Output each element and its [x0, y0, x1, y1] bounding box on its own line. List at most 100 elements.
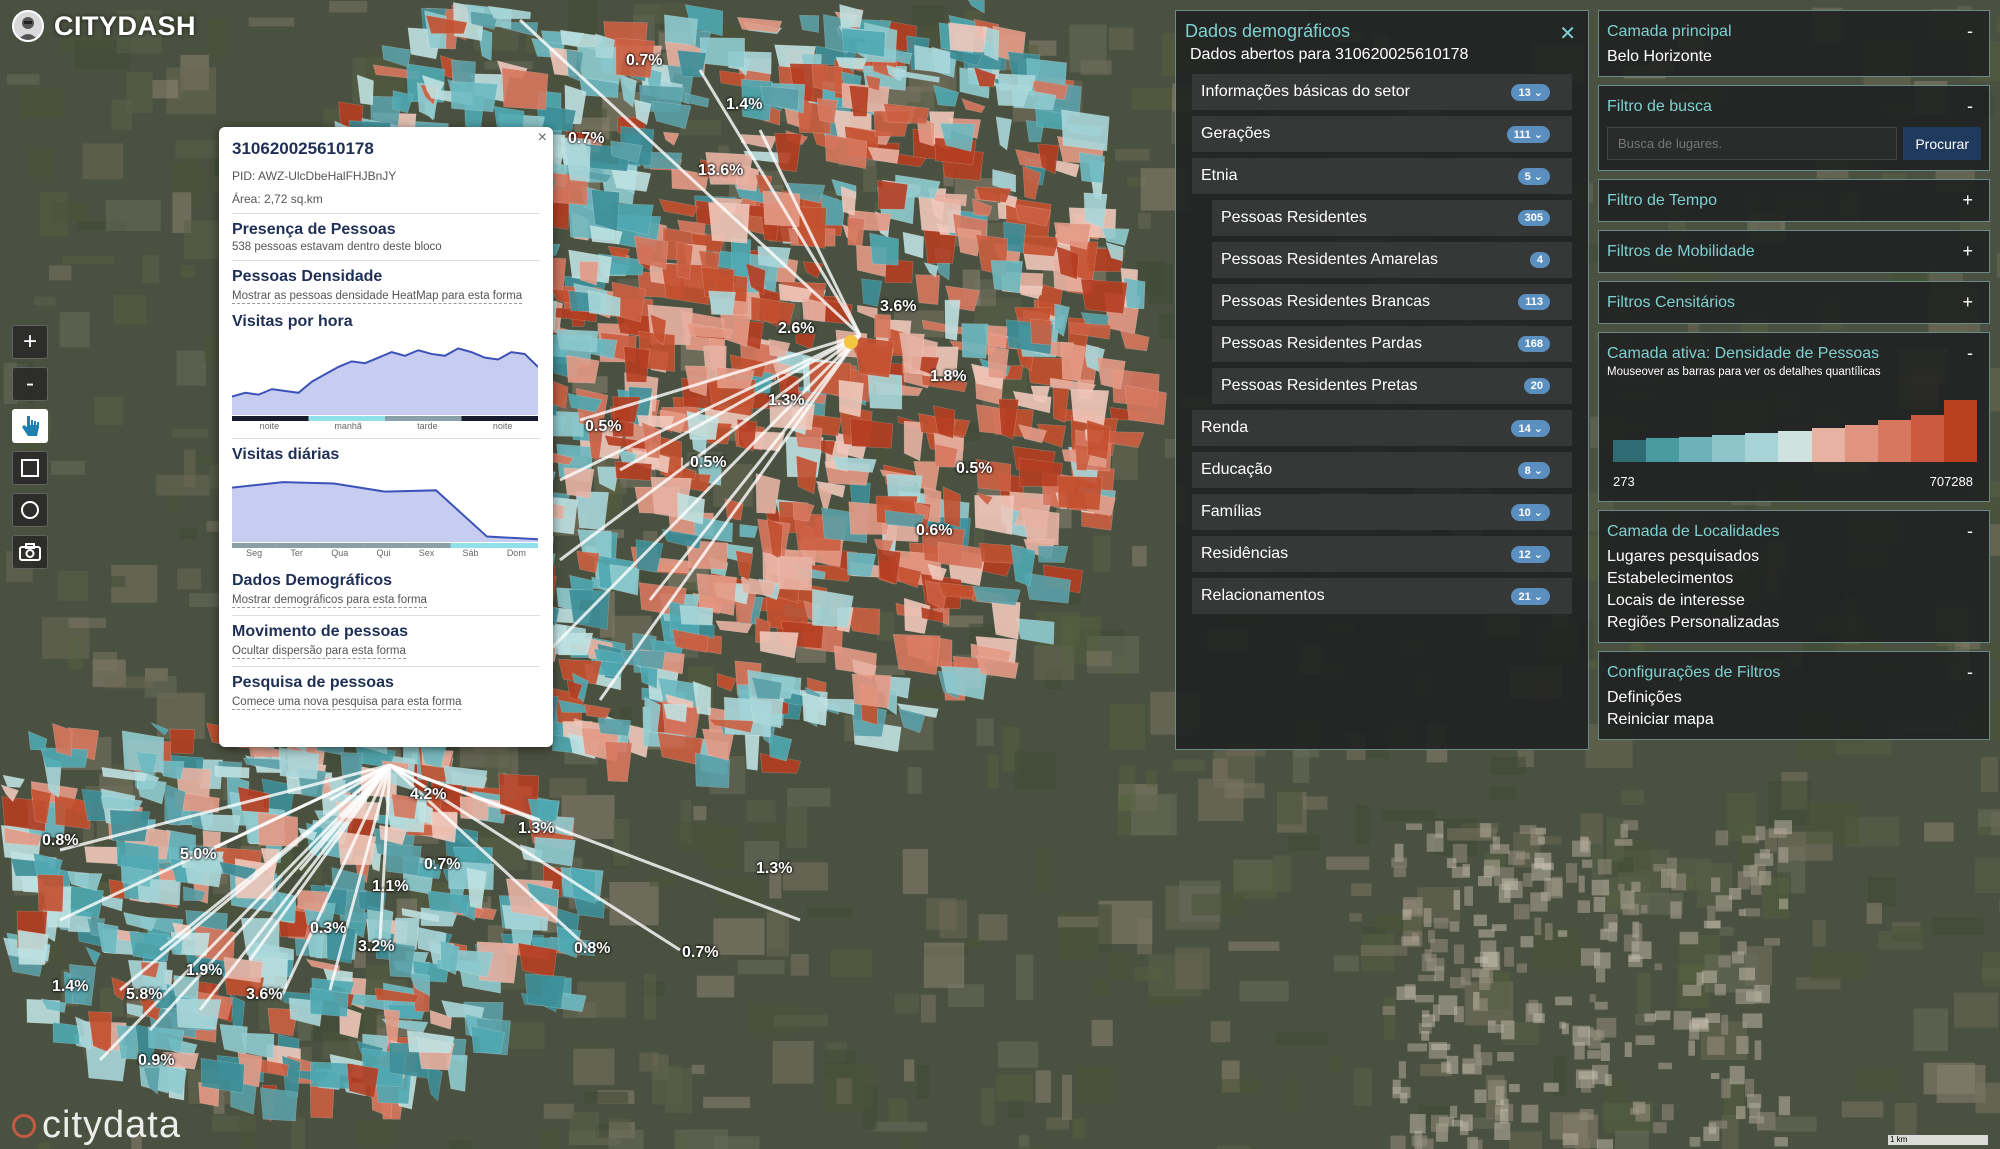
census-tract [948, 22, 988, 53]
census-filter-card[interactable]: Filtros Censitários + [1598, 281, 1990, 324]
demographics-row[interactable]: Gerações 111 ⌄ [1192, 116, 1572, 152]
time-filter-card[interactable]: Filtro de Tempo + [1598, 179, 1990, 222]
urban-patch [1500, 1109, 1509, 1124]
close-icon[interactable]: ✕ [1559, 21, 1576, 46]
screenshot-button[interactable] [12, 535, 48, 569]
legend-bar[interactable] [1712, 434, 1746, 462]
active-layer-toggle[interactable]: - [1967, 343, 1973, 364]
popup-close-icon[interactable]: × [538, 129, 547, 147]
demographics-link[interactable]: Mostrar demográficos para esta forma [232, 594, 427, 608]
settings-link[interactable]: Definições [1607, 689, 1981, 707]
reset-map-link[interactable]: Reiniciar mapa [1607, 711, 1981, 729]
urban-patch [1402, 909, 1412, 920]
demographics-row[interactable]: Pessoas Residentes Amarelas 4 [1212, 242, 1572, 278]
app-logo[interactable]: CITYDASH [12, 10, 196, 42]
demographics-row[interactable]: Etnia 5 ⌄ [1192, 158, 1572, 194]
time-filter-toggle[interactable]: + [1962, 190, 1973, 211]
urban-patch [1418, 974, 1436, 982]
demographics-row[interactable]: Famílias 10 ⌄ [1192, 494, 1572, 530]
legend-bar[interactable] [1778, 431, 1812, 462]
presence-section[interactable]: Presença de Pessoas 538 pessoas estavam … [232, 213, 540, 253]
terrain-patch [899, 1137, 917, 1149]
count-badge: 21 ⌄ [1511, 587, 1550, 605]
urban-patch [1483, 859, 1500, 876]
search-button[interactable]: Procurar [1903, 127, 1981, 160]
movement-link[interactable]: Ocultar dispersão para esta forma [232, 645, 406, 659]
census-tract [273, 890, 297, 923]
demographics-row[interactable]: Informações básicas do setor 13 ⌄ [1192, 74, 1572, 110]
hourly-visits-chart[interactable] [232, 335, 538, 421]
density-section[interactable]: Pessoas Densidade Mostrar as pessoas den… [232, 260, 540, 304]
terrain-patch [68, 617, 106, 628]
app-title: CITYDASH [54, 10, 197, 41]
legend-bar[interactable] [1943, 400, 1978, 462]
density-legend-bars[interactable] [1613, 400, 1978, 462]
demographics-row[interactable]: Pessoas Residentes Pretas 20 [1212, 368, 1572, 404]
legend-bar[interactable] [1877, 419, 1911, 462]
pan-tool-button[interactable] [12, 409, 48, 443]
presence-desc: 538 pessoas estavam dentro deste bloco [232, 241, 442, 253]
places-item-custom-regions[interactable]: Regiões Personalizadas [1607, 614, 1981, 632]
terrain-patch [1014, 751, 1056, 789]
demographics-row[interactable]: Educação 8 ⌄ [1192, 452, 1572, 488]
legend-bar[interactable] [1811, 427, 1845, 462]
places-item-poi[interactable]: Locais de interesse [1607, 592, 1981, 610]
axis-label: noite [259, 421, 280, 431]
right-sidebar: Camada principal - Belo Horizonte Filtro… [1598, 10, 1990, 748]
legend-bar[interactable] [1646, 438, 1680, 462]
legend-bar[interactable] [1745, 432, 1779, 462]
zoom-in-button[interactable]: + [12, 325, 48, 359]
places-layer-toggle[interactable]: - [1967, 521, 1973, 542]
main-layer-value[interactable]: Belo Horizonte [1607, 48, 1981, 66]
legend-bar[interactable] [1679, 436, 1713, 462]
search-input[interactable] [1607, 127, 1898, 160]
census-tract [867, 371, 903, 410]
flow-percent-label: 1.4% [726, 96, 763, 113]
user-avatar[interactable] [12, 10, 44, 42]
urban-patch [1446, 1055, 1459, 1075]
demographics-row[interactable]: Pessoas Residentes Brancas 113 [1212, 284, 1572, 320]
draw-circle-button[interactable] [12, 493, 48, 527]
demographics-row[interactable]: Pessoas Residentes Pardas 168 [1212, 326, 1572, 362]
terrain-patch [1990, 368, 2000, 412]
urban-patch [1739, 967, 1756, 981]
mobility-filter-card[interactable]: Filtros de Mobilidade + [1598, 230, 1990, 273]
demographics-section[interactable]: Dados Demográficos Mostrar demográficos … [232, 565, 540, 608]
terrain-patch [916, 1065, 930, 1099]
mobility-filter-toggle[interactable]: + [1962, 241, 1973, 262]
people-search-section[interactable]: Pesquisa de pessoas Comece uma nova pesq… [232, 666, 540, 710]
places-item-establishments[interactable]: Estabelecimentos [1607, 570, 1981, 588]
flow-percent-label: 4.2% [410, 786, 447, 803]
legend-bar[interactable] [1844, 424, 1878, 462]
terrain-patch [291, 1117, 306, 1149]
daily-visits-chart[interactable] [232, 468, 538, 548]
zoom-out-button[interactable]: - [12, 367, 48, 401]
search-filter-title: Filtro de busca [1607, 97, 1712, 115]
urban-patch [1462, 1063, 1475, 1074]
flow-percent-label: 5.8% [126, 986, 163, 1003]
terrain-patch [613, 818, 630, 867]
census-filter-toggle[interactable]: + [1962, 292, 1973, 313]
legend-bar[interactable] [1910, 414, 1944, 462]
urban-patch [1618, 883, 1625, 891]
legend-bar[interactable] [1613, 440, 1647, 462]
block-info-popup: × 310620025610178 PID: AWZ-UlcDbeHalFHJB… [219, 127, 553, 747]
demographics-row[interactable]: Pessoas Residentes 305 [1212, 200, 1572, 236]
filter-config-toggle[interactable]: - [1967, 662, 1973, 683]
urban-patch [1701, 970, 1717, 984]
flow-percent-label: 0.5% [690, 454, 727, 471]
terrain-patch [923, 942, 965, 988]
demographics-row[interactable]: Residências 12 ⌄ [1192, 536, 1572, 572]
demographics-row[interactable]: Renda 14 ⌄ [1192, 410, 1572, 446]
people-search-link[interactable]: Comece uma nova pesquisa para esta forma [232, 696, 462, 710]
block-area: Área: 2,72 sq.km [232, 192, 323, 206]
main-layer-toggle[interactable]: - [1967, 21, 1973, 42]
draw-rectangle-button[interactable] [12, 451, 48, 485]
census-tract [1029, 318, 1053, 346]
movement-section[interactable]: Movimento de pessoas Ocultar dispersão p… [232, 615, 540, 659]
demographics-row[interactable]: Relacionamentos 21 ⌄ [1192, 578, 1572, 614]
places-item-searched[interactable]: Lugares pesquisados [1607, 548, 1981, 566]
terrain-patch [1172, 759, 1205, 772]
density-link[interactable]: Mostrar as pessoas densidade HeatMap par… [232, 290, 523, 304]
search-filter-toggle[interactable]: - [1967, 96, 1973, 117]
